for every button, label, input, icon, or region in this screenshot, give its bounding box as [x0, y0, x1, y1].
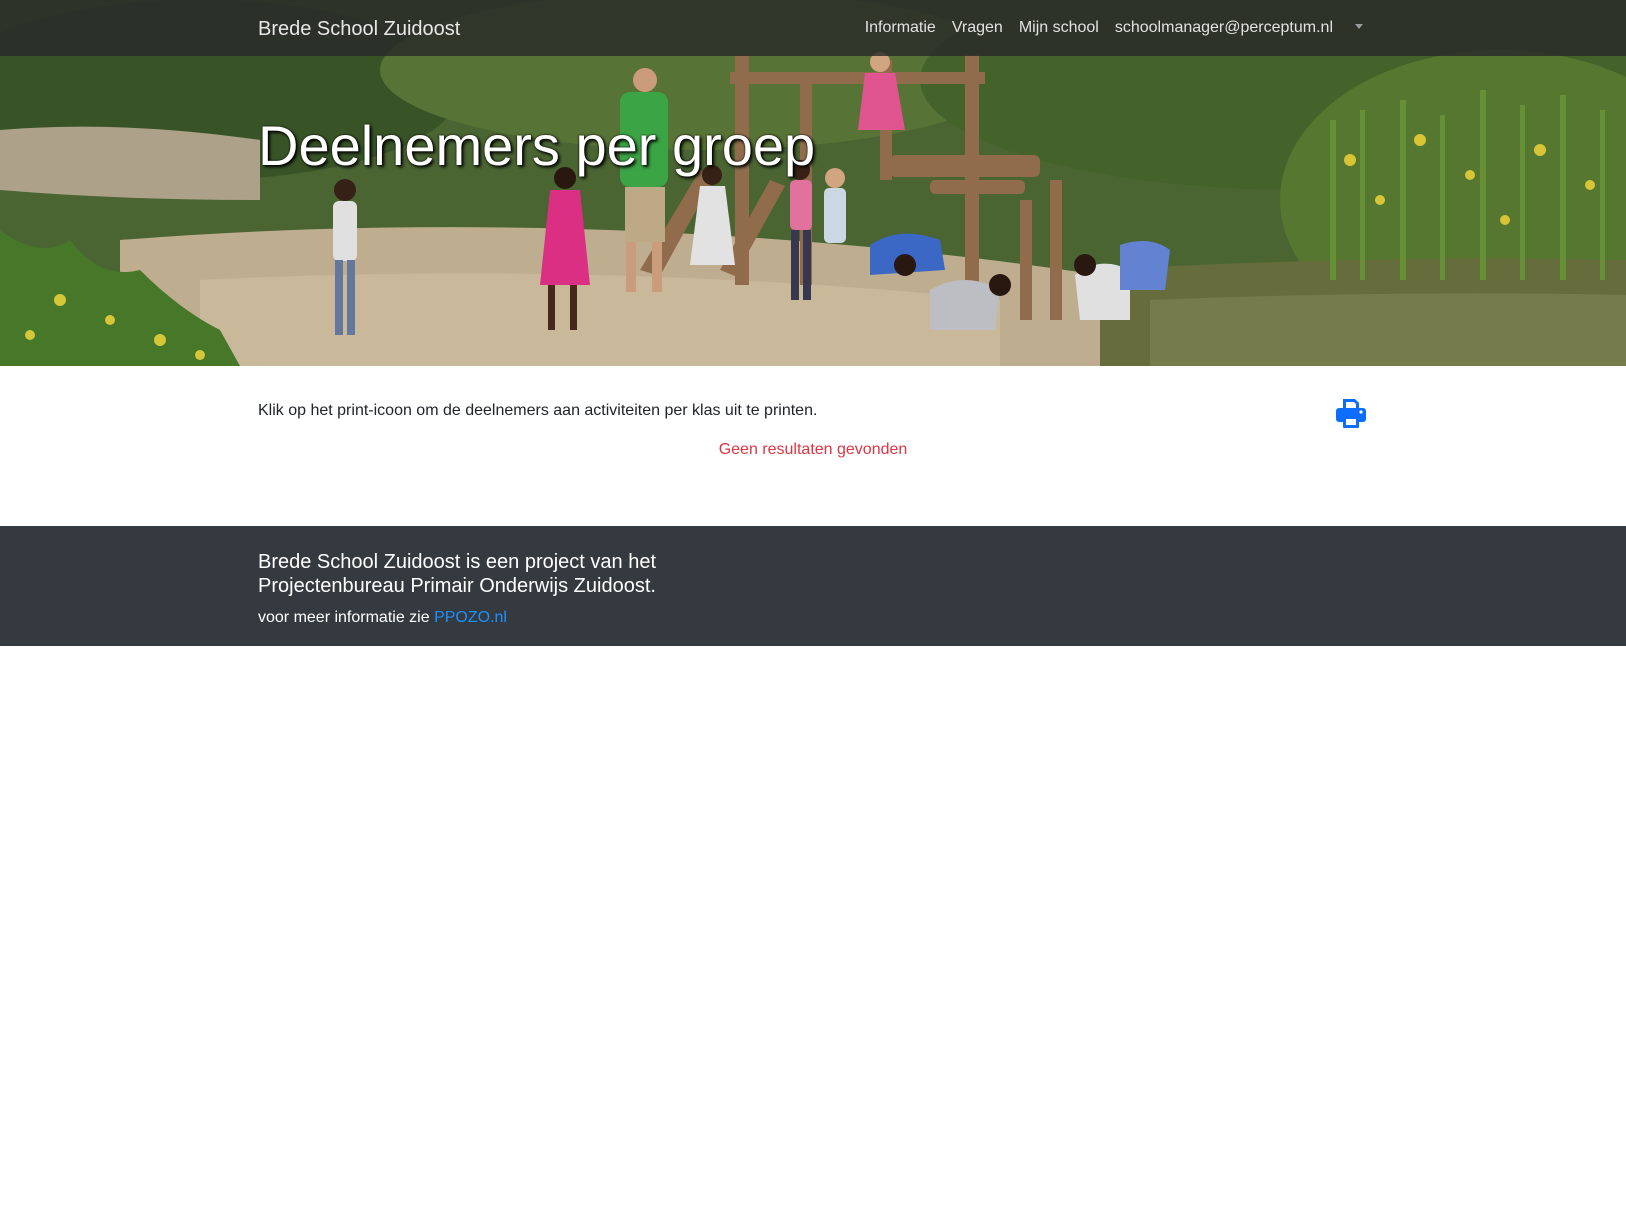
navbar: Brede School Zuidoost Informatie Vragen …: [0, 0, 1626, 56]
intro-text: Klik op het print-icoon om de deelnemers…: [258, 402, 818, 419]
footer-info: voor meer informatie zie PPOZO.nl: [258, 608, 507, 628]
page-title: Deelnemers per groep: [258, 114, 816, 177]
no-results-message: Geen resultaten gevonden: [718, 441, 908, 458]
main-content: Klik op het print-icoon om de deelnemers…: [0, 366, 1626, 526]
footer-info-prefix: voor meer informatie zie: [258, 609, 435, 626]
brand-link[interactable]: Brede School Zuidoost: [258, 17, 460, 41]
user-dropdown-caret-icon[interactable]: [1355, 24, 1363, 29]
footer: Brede School Zuidoost is een project van…: [0, 526, 1626, 646]
hero-banner: Brede School Zuidoost Informatie Vragen …: [0, 0, 1626, 366]
nav-link-vragen[interactable]: Vragen: [952, 17, 1003, 39]
print-icon: [1336, 399, 1366, 428]
print-button[interactable]: [1334, 396, 1368, 430]
user-account-link[interactable]: schoolmanager@perceptum.nl: [1115, 17, 1333, 39]
nav-links: Informatie Vragen Mijn school schoolmana…: [865, 17, 1363, 39]
nav-link-mijn-school[interactable]: Mijn school: [1019, 17, 1099, 39]
nav-link-informatie[interactable]: Informatie: [865, 17, 936, 39]
ppozo-link[interactable]: PPOZO.nl: [434, 609, 507, 626]
footer-heading: Brede School Zuidoost is een project van…: [258, 551, 657, 597]
